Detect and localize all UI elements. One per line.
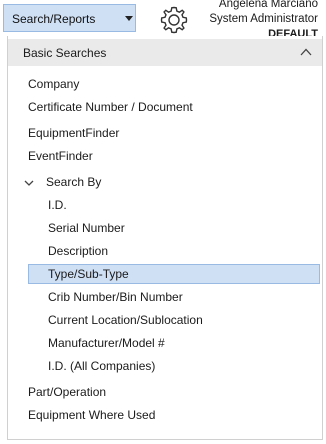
selected-item-label: Type/Sub-Type <box>48 267 129 281</box>
menu-item-description[interactable]: Description <box>48 242 108 261</box>
user-role: System Administrator <box>209 13 318 25</box>
menu-item-type-subtype[interactable]: Type/Sub-Type <box>28 264 320 284</box>
chevron-up-icon[interactable] <box>300 48 312 56</box>
menu-item-company[interactable]: Company <box>28 75 79 94</box>
caret-down-icon <box>125 16 133 21</box>
top-toolbar: Search/Reports Angelena Marciano System … <box>0 0 326 40</box>
menu-item-current-location[interactable]: Current Location/Sublocation <box>48 311 203 330</box>
menu-item-eventfinder[interactable]: EventFinder <box>28 147 93 166</box>
basic-searches-header[interactable]: Basic Searches <box>8 39 322 66</box>
menu-item-certificate-number[interactable]: Certificate Number / Document <box>28 98 193 117</box>
group-search-by[interactable]: Search By <box>46 173 101 192</box>
menu-item-crib-bin-number[interactable]: Crib Number/Bin Number <box>48 288 183 307</box>
menu-item-serial-number[interactable]: Serial Number <box>48 219 125 238</box>
user-name: Angelena Marciano <box>218 0 318 10</box>
user-info: Angelena Marciano System Administrator D… <box>209 0 318 40</box>
section-title: Basic Searches <box>23 46 107 60</box>
search-reports-dropdown[interactable]: Search/Reports <box>3 4 136 32</box>
search-dropdown-panel: Basic Searches Company Certificate Numbe… <box>7 36 323 440</box>
menu-item-equipment-where-used[interactable]: Equipment Where Used <box>28 406 155 425</box>
menu-item-part-operation[interactable]: Part/Operation <box>28 383 106 402</box>
gear-icon[interactable] <box>158 4 190 36</box>
chevron-down-icon[interactable] <box>24 179 34 187</box>
menu-item-id[interactable]: I.D. <box>48 196 67 215</box>
menu-item-id-all-companies[interactable]: I.D. (All Companies) <box>48 357 155 376</box>
company-name: DEFAULT <box>268 28 318 40</box>
menu-item-equipmentfinder[interactable]: EquipmentFinder <box>28 124 119 143</box>
menu-item-manufacturer-model[interactable]: Manufacturer/Model # <box>48 334 165 353</box>
dropdown-label: Search/Reports <box>12 12 96 26</box>
